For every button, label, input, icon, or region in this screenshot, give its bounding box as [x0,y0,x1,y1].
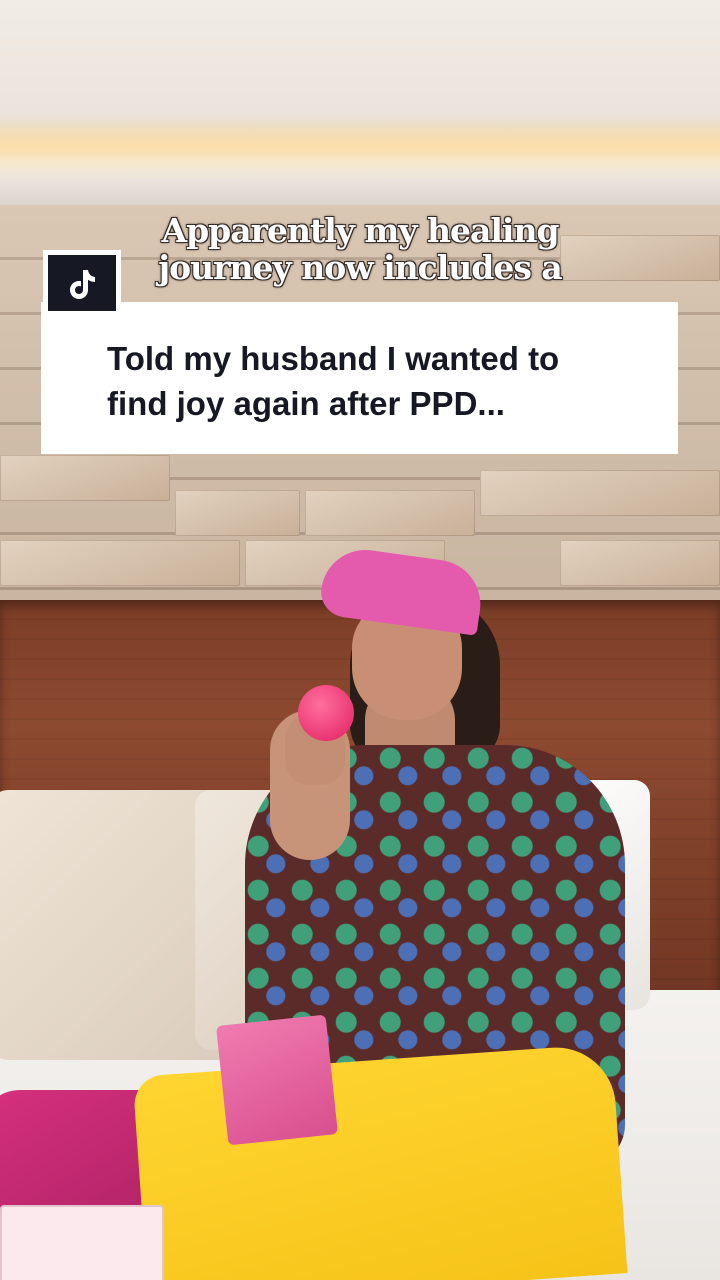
caption-line: journey now includes a [158,248,563,287]
tiktok-logo-icon [70,270,95,299]
comment-text: Told my husband I wanted to find joy aga… [107,336,657,426]
small-box [0,1205,164,1280]
comment-reply-card[interactable]: Told my husband I wanted to find joy aga… [41,302,678,454]
wall-brick [560,540,720,586]
wall-brick [305,490,475,536]
wall-brick [175,490,300,536]
video-caption: Apparently my healing journey now includ… [110,212,610,286]
comment-line: find joy again after PPD... [107,385,505,422]
wall-brick [0,540,240,586]
pink-fruit [298,685,354,741]
tiktok-badge [43,250,121,316]
wall-brick [0,455,170,501]
wall-brick [480,470,720,516]
video-frame[interactable] [0,0,720,1280]
comment-line: Told my husband I wanted to [107,340,560,377]
caption-line: Apparently my healing [161,211,559,250]
pink-gift-box [216,1014,338,1146]
tiktok-badge-inner [48,255,116,311]
ceiling-light [0,120,720,180]
